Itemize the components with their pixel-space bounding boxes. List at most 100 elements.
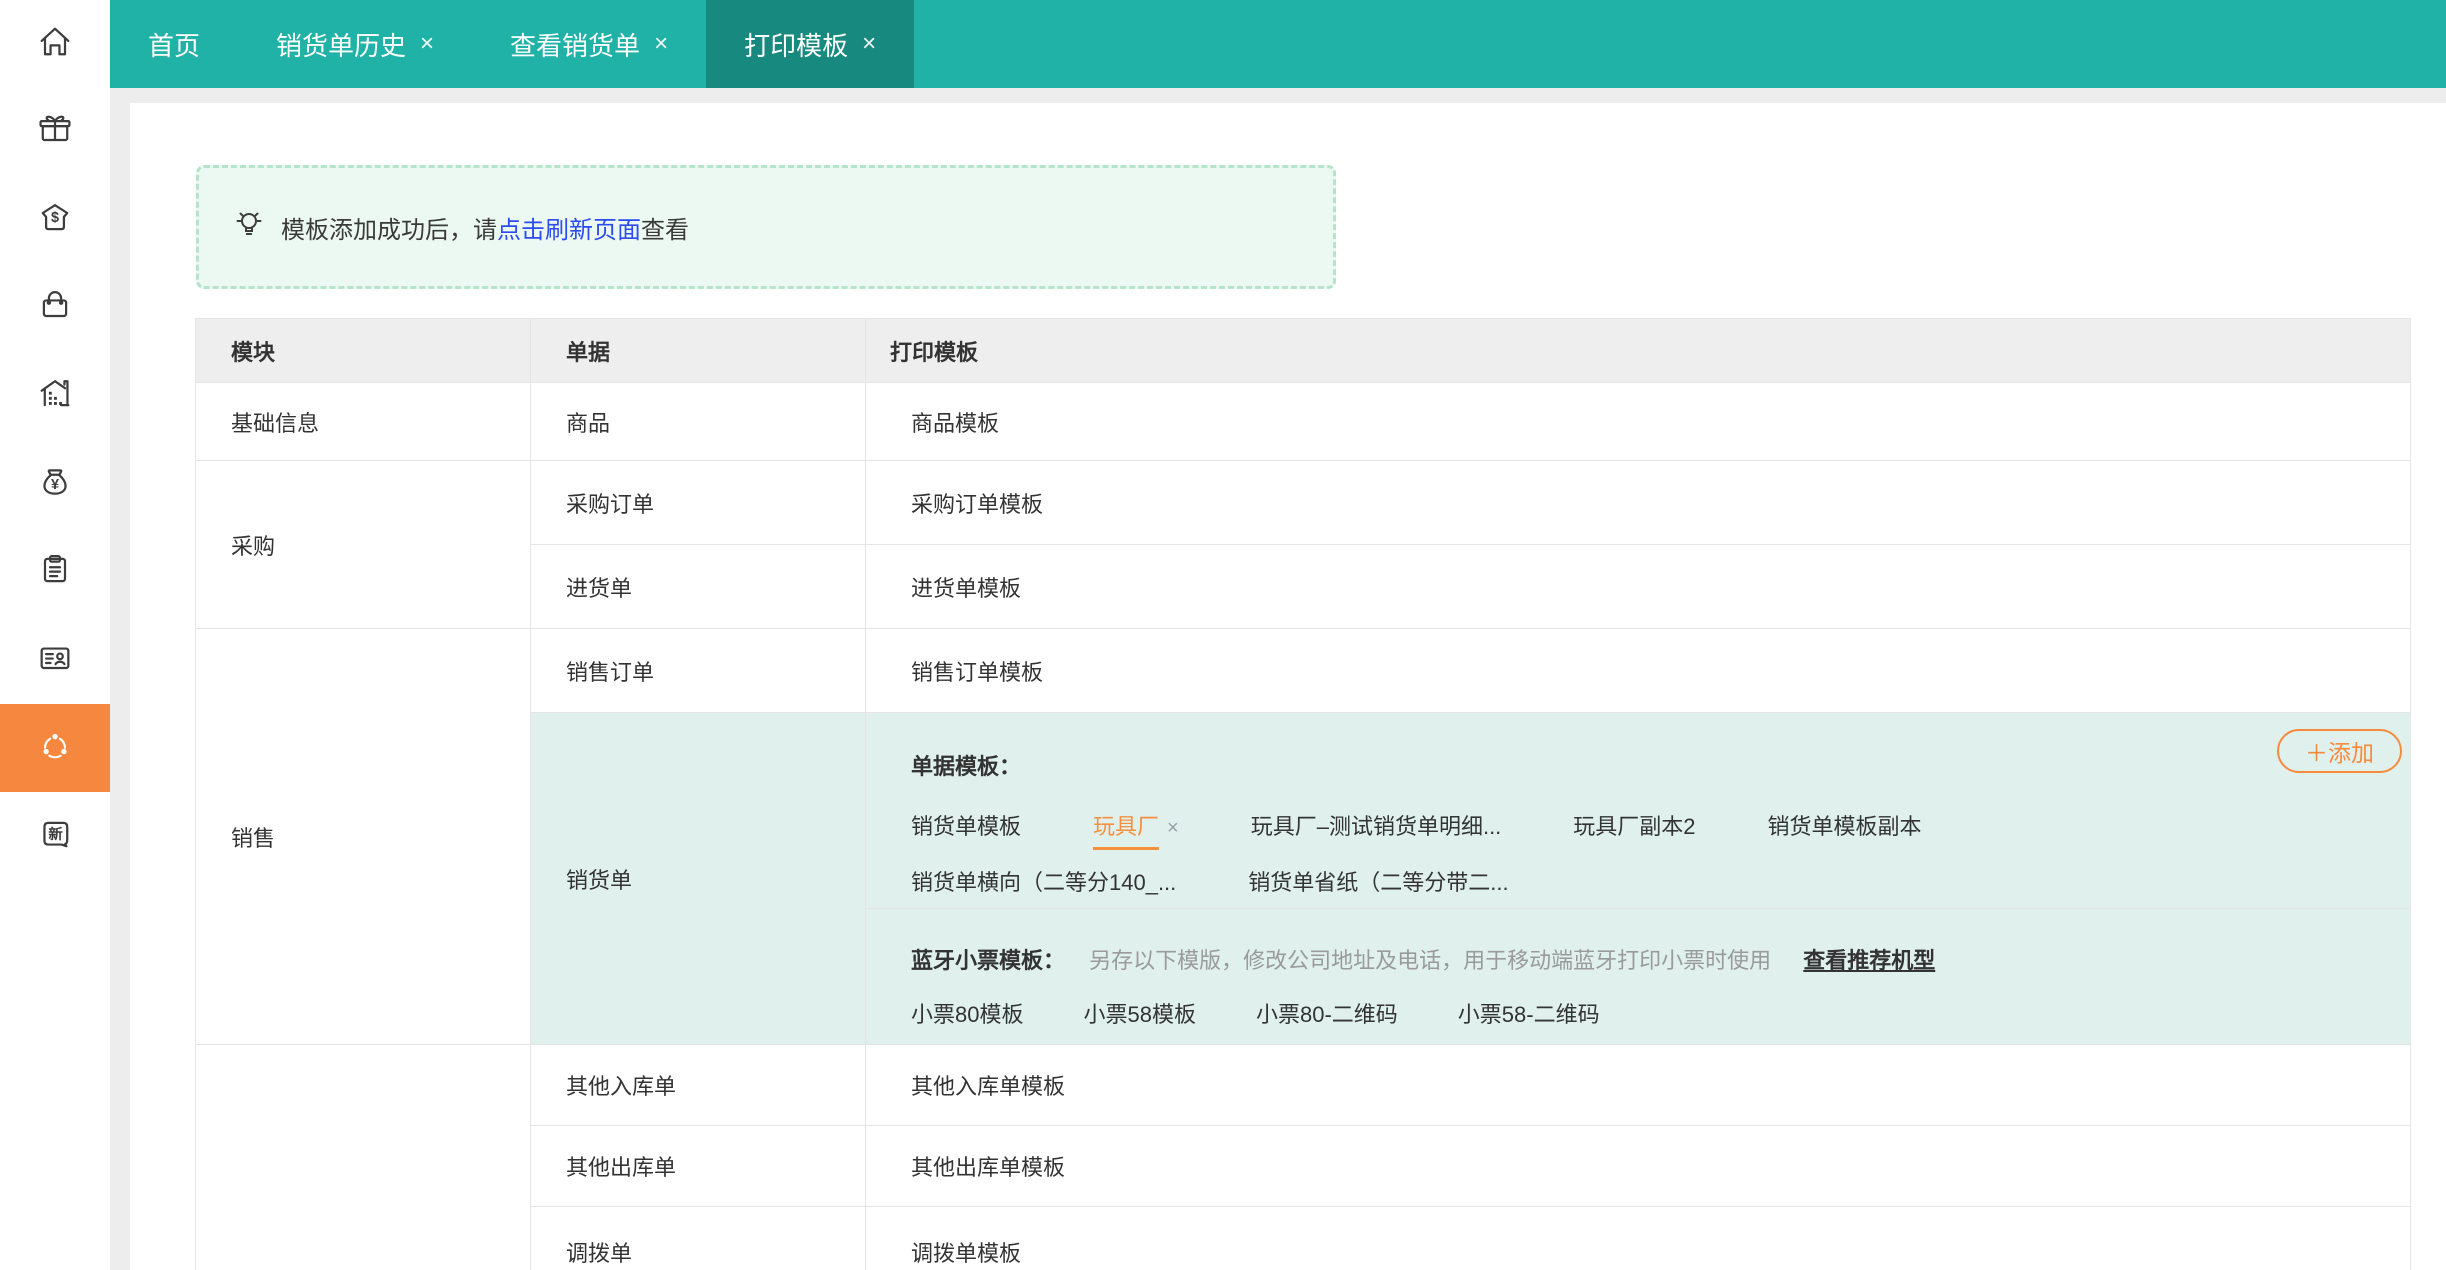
doc-templates-title: 单据模板： [911, 754, 1022, 779]
template-link[interactable]: 进货单模板 [911, 576, 1021, 601]
print-template-table-wrap: 模块 单据 打印模板 基础信息 商品 商品模板 采购 采购订单 采购订单模板 进… [195, 318, 2411, 1270]
template-link[interactable]: 小票58模板 [1083, 997, 1195, 1029]
header-module: 模块 [195, 318, 531, 383]
home-icon [35, 22, 75, 67]
svg-text:¥: ¥ [51, 477, 59, 493]
doc-cell: 销货单 [530, 712, 866, 1045]
template-link[interactable]: 其他入库单模板 [911, 1074, 1065, 1099]
template-cell: 商品模板 [865, 382, 2411, 461]
doc-cell: 其他入库单 [530, 1044, 866, 1126]
template-link[interactable]: 商品模板 [911, 411, 999, 436]
header-template: 打印模板 [865, 318, 2411, 383]
add-template-button[interactable]: ＋添加 [2277, 729, 2402, 773]
template-link[interactable]: 小票58-二维码 [1458, 997, 1600, 1029]
template-cell: 调拨单模板 [865, 1206, 2411, 1270]
table-row: 销售 销售订单 销售订单模板 [195, 628, 2411, 1045]
tab-home[interactable]: 首页 [110, 0, 238, 88]
svg-text:$: $ [51, 209, 59, 225]
template-link-active-wrap: 玩具厂 × [1093, 809, 1179, 850]
sidebar-item-whats-new[interactable]: 新 [0, 792, 110, 880]
store-sales-icon: $ [35, 198, 75, 243]
tab-sales-history[interactable]: 销货单历史 × [238, 0, 472, 88]
template-cell: 采购订单模板 [865, 460, 2411, 545]
table-row: 采购 采购订单 采购订单模板 [195, 460, 2411, 629]
sidebar-item-contacts[interactable] [0, 616, 110, 704]
sidebar-item-purchase[interactable] [0, 264, 110, 352]
tab-view-sales-doc[interactable]: 查看销货单 × [472, 0, 706, 88]
sidebar-item-sales[interactable]: $ [0, 176, 110, 264]
template-link[interactable]: 其他出库单模板 [911, 1155, 1065, 1180]
tab-bar: 首页 销货单历史 × 查看销货单 × 打印模板 × [110, 0, 2446, 88]
template-link-active[interactable]: 玩具厂 [1093, 814, 1160, 850]
doc-cell: 调拨单 [530, 1206, 866, 1270]
sales-doc-template-cell: ＋添加 单据模板： 销货单模板 玩具厂 × 玩具厂–测试销货单明细... 玩具厂副… [865, 712, 2411, 1045]
refresh-page-link[interactable]: 点击刷新页面 [497, 217, 641, 244]
purchase-bag-icon [35, 286, 75, 331]
module-cell: 销售 [195, 628, 531, 1045]
share-network-icon [35, 726, 75, 771]
print-template-table: 模块 单据 打印模板 基础信息 商品 商品模板 采购 采购订单 采购订单模板 进… [195, 318, 2411, 1270]
tab-label: 首页 [148, 30, 201, 61]
doc-cell: 进货单 [530, 544, 866, 629]
module-cell: 基础信息 [195, 382, 531, 461]
recommended-models-link[interactable]: 查看推荐机型 [1803, 948, 1935, 973]
tab-close-icon[interactable]: × [420, 30, 434, 58]
tab-print-template[interactable]: 打印模板 × [706, 0, 915, 88]
template-link[interactable]: 调拨单模板 [911, 1241, 1021, 1266]
template-link[interactable]: 销货单横向（二等分140_... [911, 865, 1176, 897]
sidebar-item-finance[interactable]: ¥ [0, 440, 110, 528]
template-link[interactable]: 销货单模板 [911, 809, 1021, 841]
sidebar-item-reports[interactable] [0, 528, 110, 616]
tab-label: 销货单历史 [276, 30, 407, 61]
template-close-icon[interactable]: × [1167, 817, 1179, 839]
template-link[interactable]: 小票80模板 [911, 997, 1023, 1029]
template-link[interactable]: 销售订单模板 [911, 660, 1043, 685]
whats-new-icon: 新 [35, 814, 75, 859]
table-header-row: 模块 单据 打印模板 [195, 318, 2411, 383]
template-cell: 进货单模板 [865, 544, 2411, 629]
sidebar-item-warehouse[interactable] [0, 352, 110, 440]
table-row: 基础信息 商品 商品模板 [195, 382, 2411, 461]
sidebar-item-home[interactable] [0, 0, 110, 88]
template-link[interactable]: 小票80-二维码 [1256, 997, 1398, 1029]
template-link[interactable]: 采购订单模板 [911, 492, 1043, 517]
sidebar-item-share[interactable] [0, 704, 110, 792]
report-clipboard-icon [35, 550, 75, 595]
template-link[interactable]: 玩具厂副本2 [1573, 809, 1695, 841]
doc-cell: 其他出库单 [530, 1125, 866, 1207]
bluetooth-templates-title: 蓝牙小票模板： [911, 948, 1066, 973]
doc-cell: 商品 [530, 382, 866, 461]
refresh-notice-banner: 模板添加成功后，请点击刷新页面查看 [196, 165, 1336, 289]
template-cell: 其他入库单模板 [865, 1044, 2411, 1126]
bluetooth-template-list: 小票80模板 小票58模板 小票80-二维码 小票58-二维码 [911, 997, 2410, 1029]
template-link[interactable]: 销货单省纸（二等分带二... [1248, 865, 1508, 897]
table-row: 其他入库单 其他入库单模板 [195, 1044, 2411, 1270]
tab-label: 查看销货单 [510, 30, 641, 61]
template-list-row-2: 销货单横向（二等分140_... 销货单省纸（二等分带二... [911, 865, 2410, 897]
contacts-card-icon [35, 638, 75, 683]
lightbulb-icon [231, 206, 281, 249]
bluetooth-templates-section: 蓝牙小票模板： 另存以下模版，修改公司地址及电话，用于移动端蓝牙打印小票时使用 … [866, 909, 2410, 1044]
notice-text: 模板添加成功后，请点击刷新页面查看 [281, 216, 689, 244]
template-cell: 其他出库单模板 [865, 1125, 2411, 1207]
module-cell [195, 1044, 531, 1270]
module-cell: 采购 [195, 460, 531, 629]
bluetooth-title-line: 蓝牙小票模板： 另存以下模版，修改公司地址及电话，用于移动端蓝牙打印小票时使用 … [911, 943, 2410, 975]
svg-text:新: 新 [48, 825, 63, 843]
content-panel: 模板添加成功后，请点击刷新页面查看 模块 单据 打印模板 基础信息 商品 商品模… [130, 103, 2446, 1270]
tab-label: 打印模板 [744, 30, 849, 61]
header-doc: 单据 [530, 318, 866, 383]
tab-close-icon[interactable]: × [862, 30, 876, 58]
template-list-row-1: 销货单模板 玩具厂 × 玩具厂–测试销货单明细... 玩具厂副本2 销货单模板副本 [911, 809, 2410, 850]
sidebar: $ ¥ 新 [0, 0, 110, 1270]
warehouse-icon [35, 374, 75, 419]
template-link[interactable]: 销货单模板副本 [1768, 809, 1922, 841]
template-link[interactable]: 玩具厂–测试销货单明细... [1251, 809, 1502, 841]
money-bag-icon: ¥ [35, 462, 75, 507]
tab-close-icon[interactable]: × [654, 30, 668, 58]
template-cell: 销售订单模板 [865, 628, 2411, 713]
doc-cell: 采购订单 [530, 460, 866, 545]
sidebar-item-gift[interactable] [0, 88, 110, 176]
doc-cell: 销售订单 [530, 628, 866, 713]
gift-icon [35, 110, 75, 155]
